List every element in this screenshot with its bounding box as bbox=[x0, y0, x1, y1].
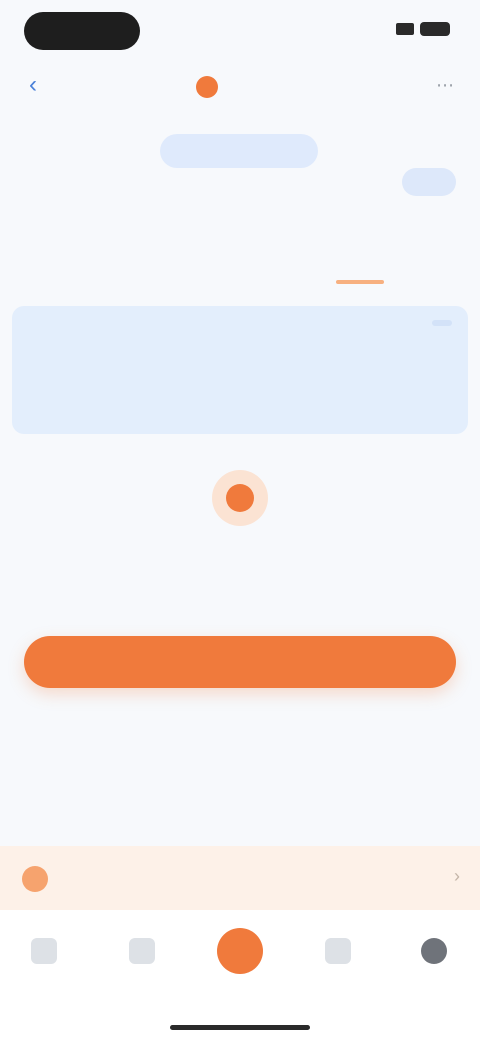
brand-mark-icon bbox=[196, 76, 218, 98]
top-nav: ‹ ⋯ bbox=[0, 62, 480, 112]
list-icon bbox=[129, 938, 155, 964]
profile-icon bbox=[421, 938, 447, 964]
status-pill bbox=[24, 12, 140, 50]
tab-bar-item-2[interactable] bbox=[102, 924, 182, 994]
home-indicator bbox=[170, 1025, 310, 1030]
info-card[interactable] bbox=[12, 306, 468, 434]
chevron-right-icon: › bbox=[454, 866, 460, 886]
tab-bar-item-1[interactable] bbox=[4, 924, 84, 994]
promo-icon bbox=[22, 866, 48, 892]
tabs bbox=[0, 236, 480, 286]
segmented-control[interactable] bbox=[160, 134, 318, 168]
primary-action-button[interactable] bbox=[24, 636, 456, 688]
brand-logo bbox=[196, 72, 286, 102]
bottom-tab-bar bbox=[0, 910, 480, 1040]
message-icon bbox=[325, 938, 351, 964]
account-action-button[interactable] bbox=[402, 168, 456, 196]
tab-bar-item-4[interactable] bbox=[298, 924, 378, 994]
chevron-left-icon[interactable]: ‹ bbox=[18, 70, 48, 100]
empty-state-icon bbox=[212, 470, 268, 526]
tab-bar-item-profile[interactable] bbox=[394, 924, 474, 994]
signal-icon bbox=[396, 23, 414, 35]
tab-first[interactable] bbox=[80, 242, 168, 282]
status-bar bbox=[0, 0, 480, 60]
empty-state bbox=[0, 470, 480, 650]
tab-second-active[interactable] bbox=[316, 242, 404, 284]
more-icon[interactable]: ⋯ bbox=[430, 70, 460, 100]
home-icon bbox=[31, 938, 57, 964]
info-card-tag bbox=[432, 320, 452, 326]
center-action-icon bbox=[217, 928, 263, 974]
battery-icon bbox=[420, 22, 450, 36]
empty-state-dot bbox=[226, 484, 254, 512]
tab-bar-item-center[interactable] bbox=[200, 924, 280, 994]
promo-banner[interactable]: › bbox=[0, 846, 480, 910]
status-indicators bbox=[396, 22, 450, 36]
